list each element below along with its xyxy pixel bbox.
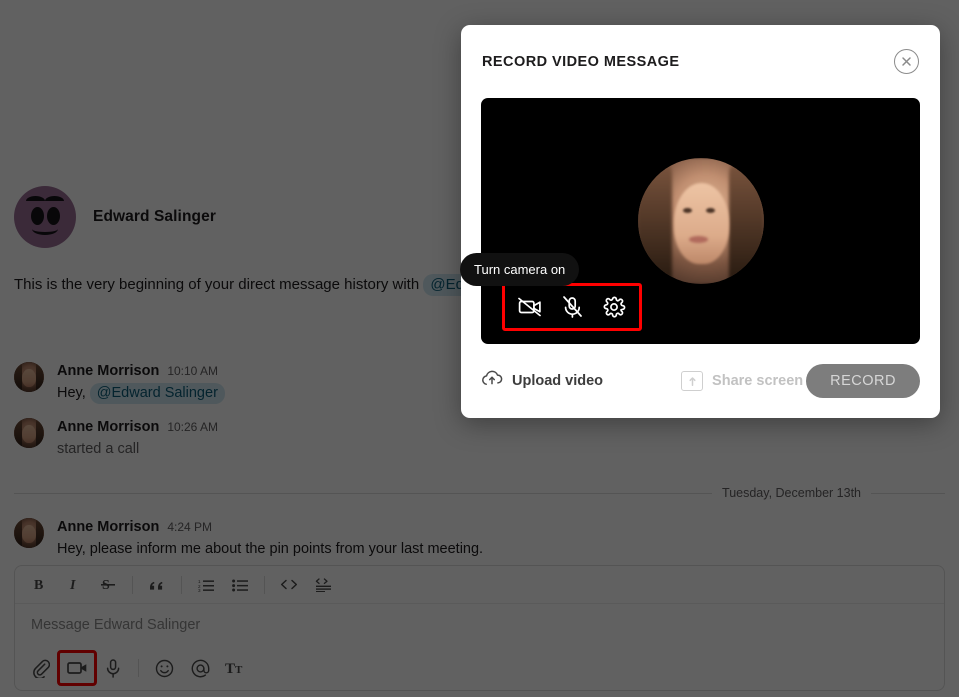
settings-gear-icon[interactable] (600, 293, 628, 321)
record-button[interactable]: RECORD (806, 364, 920, 398)
record-video-message-dialog: RECORD VIDEO MESSAGE Turn camera on Uplo… (460, 25, 940, 418)
microphone-off-icon[interactable] (558, 293, 586, 321)
dialog-title: RECORD VIDEO MESSAGE (482, 53, 680, 70)
camera-tooltip: Turn camera on (460, 253, 580, 286)
close-icon[interactable] (894, 49, 919, 74)
avatar-face (674, 183, 730, 264)
app-root: Edward Salinger This is the very beginni… (0, 0, 959, 697)
upload-video-button[interactable]: Upload video (481, 370, 603, 392)
video-preview-stage: Turn camera on (460, 98, 920, 344)
share-screen-button[interactable]: Share screen (681, 371, 803, 391)
avatar-hair-right (729, 165, 764, 284)
dialog-header: RECORD VIDEO MESSAGE (461, 25, 940, 98)
share-screen-icon (681, 371, 704, 391)
dialog-footer: Upload video Share screen RECORD (461, 344, 940, 418)
camera-off-icon[interactable] (516, 293, 544, 321)
cloud-upload-icon (481, 370, 503, 392)
user-avatar-preview (637, 158, 764, 284)
avatar-hair-left (637, 165, 672, 284)
media-controls-group (502, 283, 642, 331)
upload-video-label: Upload video (512, 373, 604, 389)
share-screen-label: Share screen (712, 373, 804, 389)
